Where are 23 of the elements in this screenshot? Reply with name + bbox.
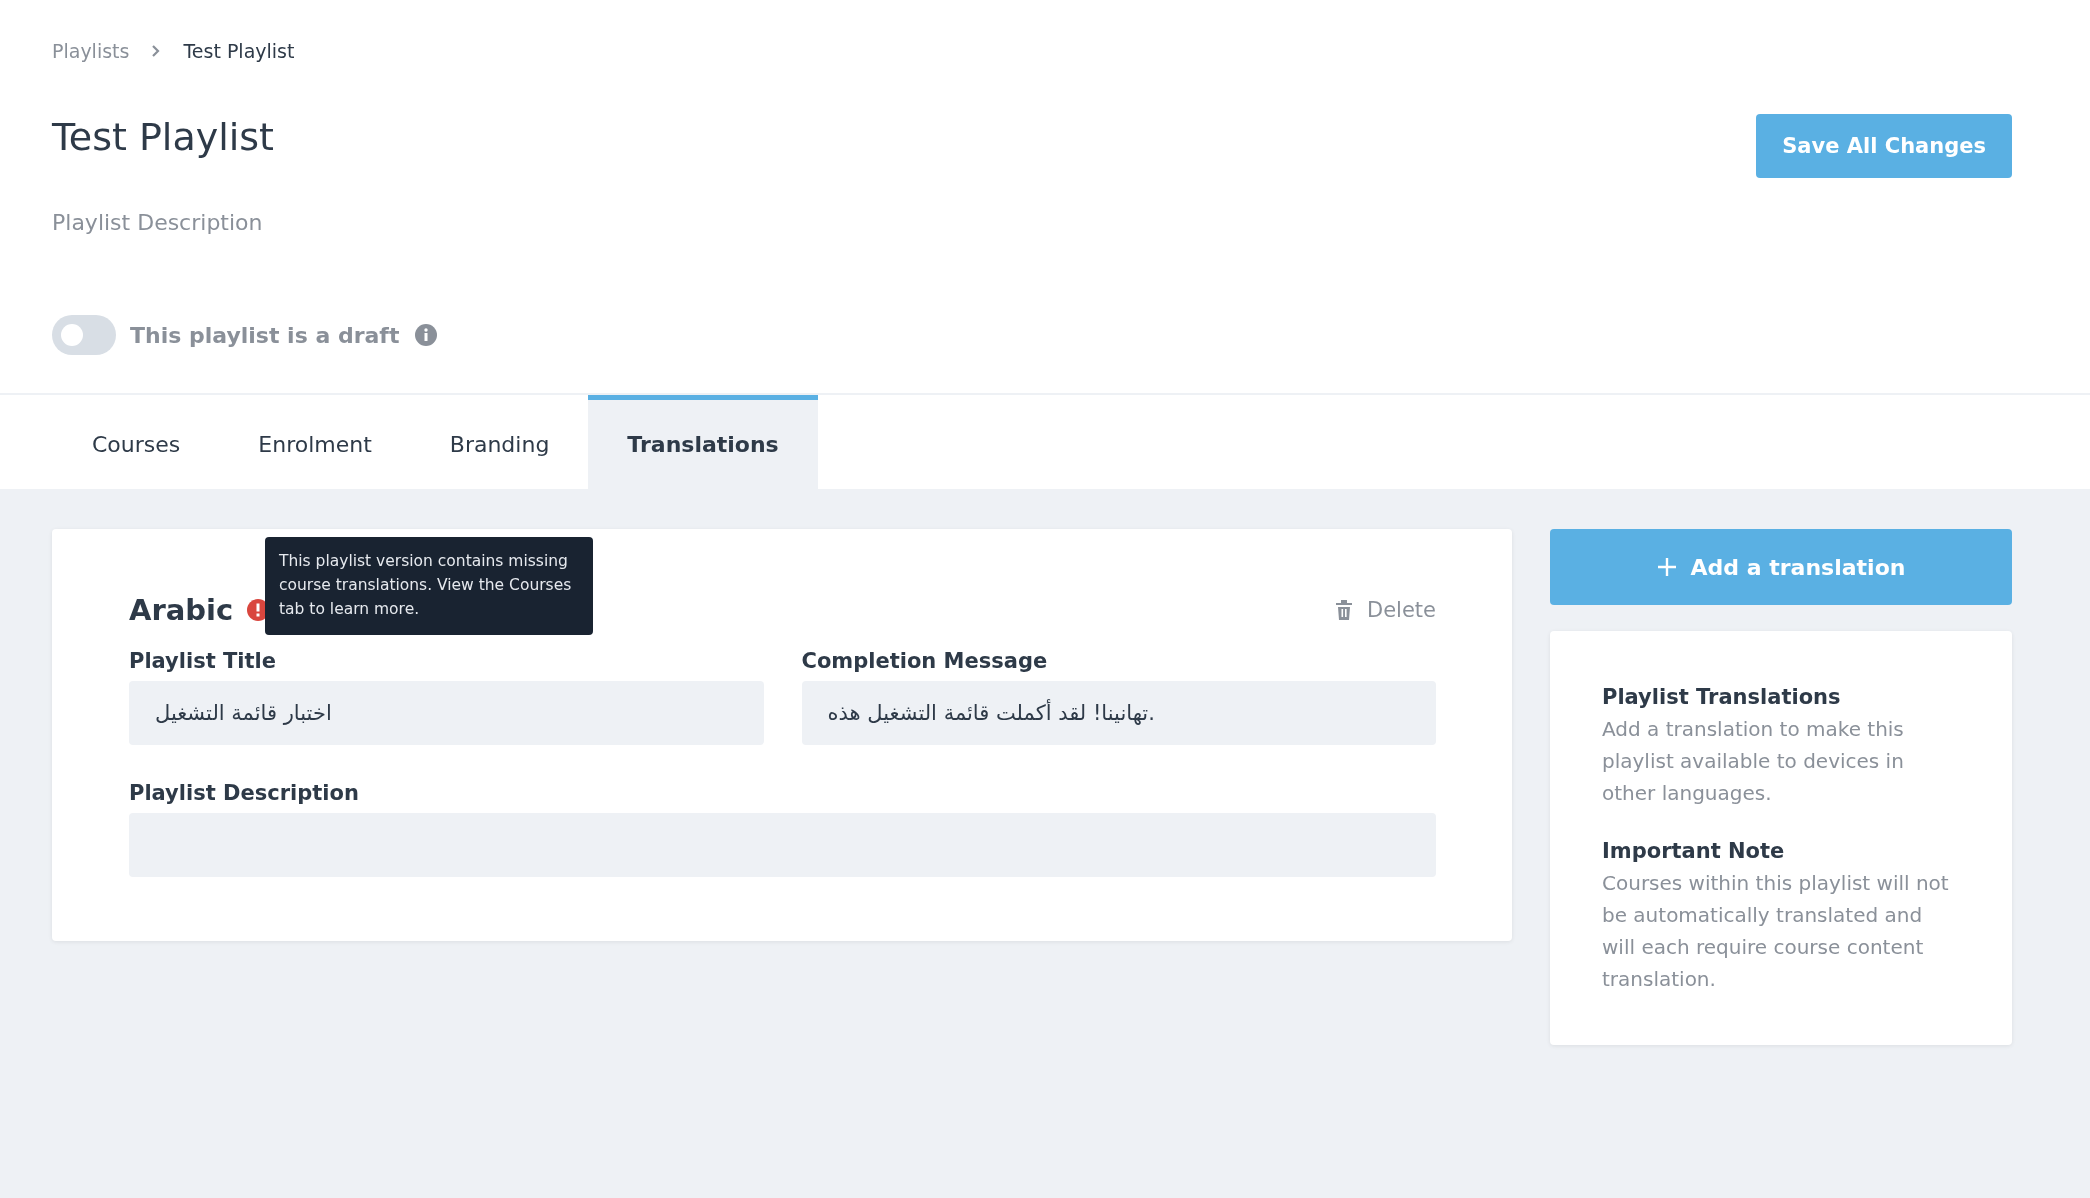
info-title: Playlist Translations [1602,685,1842,709]
tab[interactable]: Branding [410,395,589,489]
field-label: Playlist Description [129,781,360,805]
tooltip: This playlist version contains missing course translations. View the Courses tab to learn more. [265,537,593,635]
breadcrumb-link[interactable]: Test Playlist [183,40,295,62]
info-text: Courses within this playlist will not be automatically translated and will each require course content translation. [1602,870,1950,993]
text-field[interactable]: تهانينا! لقد أكملت قائمة التشغيل هذه. [801,681,1436,745]
field-label: Completion Message [801,649,1049,673]
text-field[interactable]: اختبار قائمة التشغيل [129,681,764,745]
playlist-title: Test Playlist [52,114,275,161]
field-label: Playlist Title [129,649,278,673]
draft-label: This playlist is a draft [130,322,400,348]
info-icon[interactable] [415,324,438,346]
tab[interactable]: Enrolment [219,395,411,489]
trash-icon [1335,599,1353,621]
tab[interactable]: Courses [53,395,220,489]
info-text: Add a translation to make this playlist available to devices in other languages. [1602,716,1905,807]
plus-icon [1656,557,1677,577]
language-heading: Arabic [129,593,234,627]
info-title: Important Note [1602,839,1786,863]
chevron-right-icon [151,44,162,58]
draft-toggle[interactable] [52,315,116,355]
tab[interactable]: Translations [588,395,818,489]
